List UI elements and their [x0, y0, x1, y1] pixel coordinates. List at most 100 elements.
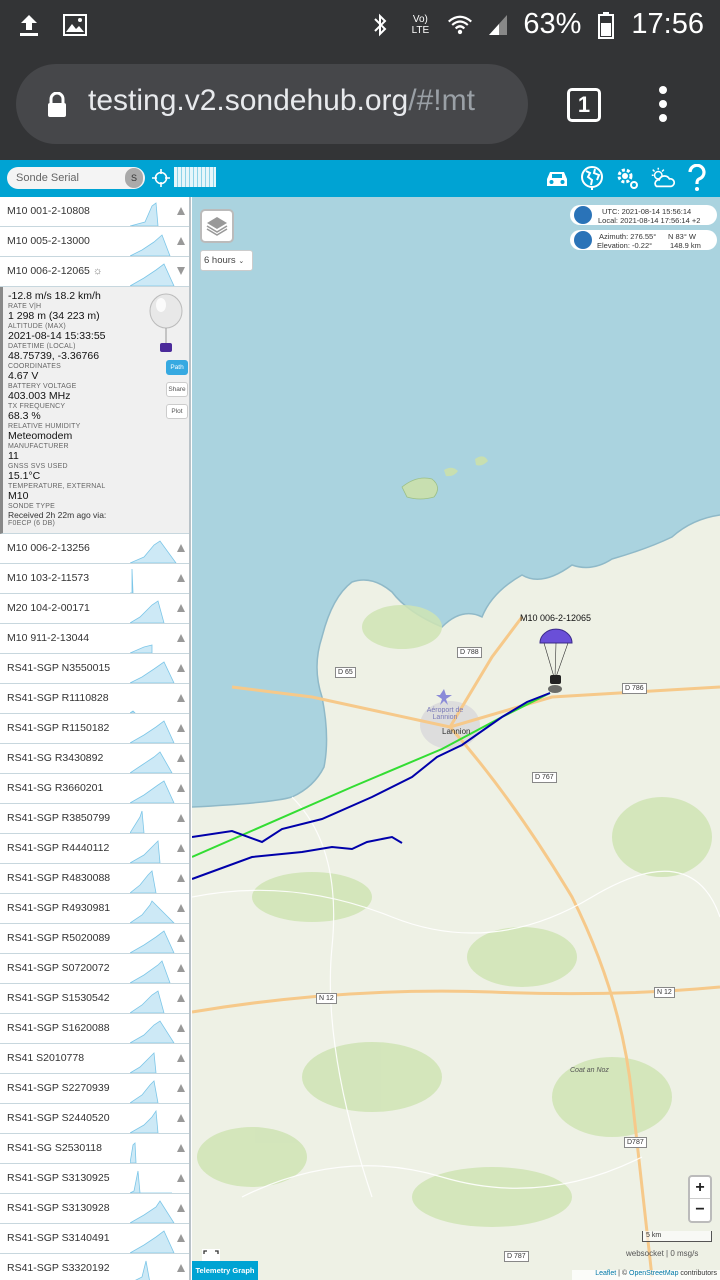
collapse-up-icon[interactable]: [176, 1083, 186, 1093]
attribution-suffix: contributors: [678, 1270, 717, 1277]
collapse-up-icon[interactable]: [176, 783, 186, 793]
tracking-sun-icon: ☼: [92, 265, 103, 277]
collapse-up-icon[interactable]: [176, 1233, 186, 1243]
leaflet-link[interactable]: Leaflet: [595, 1270, 616, 1277]
time-range-select[interactable]: 6 hours ⌄: [200, 250, 253, 271]
clock-info-box: UTC: 2021-08-14 15:56:14 Local: 2021-08-…: [570, 205, 717, 225]
locate-me-icon[interactable]: [152, 169, 170, 187]
sonde-row[interactable]: M10 005-2-13000: [0, 227, 189, 257]
map-view[interactable]: M10 006-2-12065 Aéroport de Lannion Lann…: [192, 197, 720, 1280]
sonde-row[interactable]: RS41-SGP R1110828: [0, 684, 189, 714]
zoom-in-button[interactable]: +: [690, 1177, 710, 1199]
road-label: D 65: [335, 667, 356, 678]
sonde-row[interactable]: RS41-SGP S3130928: [0, 1194, 189, 1224]
fullscreen-icon[interactable]: [202, 1249, 220, 1261]
sonde-row[interactable]: RS41-SGP R3850799: [0, 804, 189, 834]
chevron-down-icon: ⌄: [238, 258, 245, 265]
collapse-up-icon[interactable]: [176, 873, 186, 883]
globe-icon[interactable]: [579, 162, 605, 194]
datetime-label: DATETIME (LOCAL): [8, 343, 76, 350]
weather-icon[interactable]: [649, 162, 675, 194]
sonde-row[interactable]: RS41-SGP S3140491: [0, 1224, 189, 1254]
collapse-up-icon[interactable]: [176, 813, 186, 823]
collapse-up-icon[interactable]: [176, 236, 186, 246]
sonde-serial: RS41-SGP S2270939: [7, 1082, 110, 1094]
sonde-row[interactable]: RS41-SGP R4440112: [0, 834, 189, 864]
sonde-serial: RS41-SG R3430892: [7, 752, 104, 764]
collapse-up-icon[interactable]: [176, 543, 186, 553]
sonde-row[interactable]: RS41-SGP S2270939: [0, 1074, 189, 1104]
sonde-row-selected[interactable]: M10 006-2-12065 ☼: [0, 257, 189, 287]
distance-value: 148.9 km: [670, 241, 701, 250]
sonde-row[interactable]: RS41 S2010778: [0, 1044, 189, 1074]
collapse-up-icon[interactable]: [176, 843, 186, 853]
browser-menu-button[interactable]: [655, 86, 671, 126]
collapse-up-icon[interactable]: [176, 603, 186, 613]
path-button[interactable]: Path: [166, 360, 188, 375]
osm-link[interactable]: OpenStreetMap: [629, 1270, 678, 1277]
sonde-row[interactable]: RS41-SG R3660201: [0, 774, 189, 804]
collapse-up-icon[interactable]: [176, 573, 186, 583]
share-button[interactable]: Share: [166, 382, 188, 397]
collapse-up-icon[interactable]: [176, 206, 186, 216]
collapse-up-icon[interactable]: [176, 903, 186, 913]
sonde-row[interactable]: RS41-SGP S3130925: [0, 1164, 189, 1194]
collapse-up-icon[interactable]: [176, 1263, 186, 1273]
sonde-row[interactable]: RS41-SGP S1530542: [0, 984, 189, 1014]
sonde-row[interactable]: RS41-SGP R4830088: [0, 864, 189, 894]
sonde-row[interactable]: RS41-SGP R1150182: [0, 714, 189, 744]
collapse-up-icon[interactable]: [176, 723, 186, 733]
sonde-serial: RS41-SGP S0720072: [7, 962, 110, 974]
sonde-row[interactable]: M10 103-2-11573: [0, 564, 189, 594]
collapse-up-icon[interactable]: [176, 663, 186, 673]
sonde-list: M10 001-2-10808 M10 005-2-13000 M10 006-…: [0, 197, 191, 1280]
sonde-serial: RS41-SGP R3850799: [7, 812, 111, 824]
collapse-up-icon[interactable]: [176, 933, 186, 943]
help-icon[interactable]: [684, 162, 710, 194]
collapse-up-icon[interactable]: [176, 693, 186, 703]
sonde-row[interactable]: RS41-SGP S0720072: [0, 954, 189, 984]
collapse-up-icon[interactable]: [176, 1173, 186, 1183]
address-bar[interactable]: testing.v2.sondehub.org/#!mt: [16, 64, 528, 144]
url-text[interactable]: testing.v2.sondehub.org/#!mt: [88, 84, 518, 118]
sonde-serial: RS41-SGP R1110828: [7, 692, 109, 704]
collapse-up-icon[interactable]: [176, 1053, 186, 1063]
sonde-row[interactable]: RS41-SGP S2440520: [0, 1104, 189, 1134]
road-label: N 12: [316, 993, 337, 1004]
zoom-out-button[interactable]: −: [690, 1199, 710, 1221]
sonde-row[interactable]: M10 911-2-13044: [0, 624, 189, 654]
collapse-up-icon[interactable]: [176, 753, 186, 763]
collapse-up-icon[interactable]: [176, 633, 186, 643]
sonde-row[interactable]: RS41-SGP R4930981: [0, 894, 189, 924]
collapse-up-icon[interactable]: [176, 1113, 186, 1123]
collapse-up-icon[interactable]: [176, 1023, 186, 1033]
image-icon: [62, 10, 88, 40]
collapse-up-icon[interactable]: [176, 1203, 186, 1213]
plot-button[interactable]: Plot: [166, 404, 188, 419]
collapse-up-icon[interactable]: [176, 1143, 186, 1153]
collapse-up-icon[interactable]: [176, 993, 186, 1003]
sonde-row[interactable]: RS41-SG S2530118: [0, 1134, 189, 1164]
sonde-row[interactable]: M10 006-2-13256: [0, 534, 189, 564]
collapse-up-icon[interactable]: [176, 963, 186, 973]
road-label: D 787: [504, 1251, 529, 1262]
sonde-row[interactable]: RS41-SG R3430892: [0, 744, 189, 774]
search-button[interactable]: S: [125, 168, 143, 188]
car-icon[interactable]: [544, 162, 570, 194]
battery-label: BATTERY VOLTAGE: [8, 383, 77, 390]
tx-frequency-value: 403.003 MHz: [8, 390, 71, 402]
sonde-row[interactable]: M10 001-2-10808: [0, 197, 189, 227]
tab-switcher-button[interactable]: 1: [567, 88, 601, 122]
layers-button[interactable]: [200, 209, 234, 243]
sonde-row[interactable]: RS41-SGP S3320192: [0, 1254, 189, 1280]
balloon-icon: [149, 293, 183, 352]
sonde-row[interactable]: RS41-SGP S1620088: [0, 1014, 189, 1044]
gnss-label: GNSS SVS USED: [8, 463, 68, 470]
settings-gear-icon[interactable]: [614, 162, 640, 194]
telemetry-graph-button[interactable]: Telemetry Graph: [192, 1261, 258, 1280]
sonde-row[interactable]: M20 104-2-00171: [0, 594, 189, 624]
sonde-row[interactable]: RS41-SGP N3550015: [0, 654, 189, 684]
expand-down-icon[interactable]: [176, 266, 186, 276]
sonde-row[interactable]: RS41-SGP R5020089: [0, 924, 189, 954]
sonde-serial: M10 103-2-11573: [7, 572, 90, 584]
